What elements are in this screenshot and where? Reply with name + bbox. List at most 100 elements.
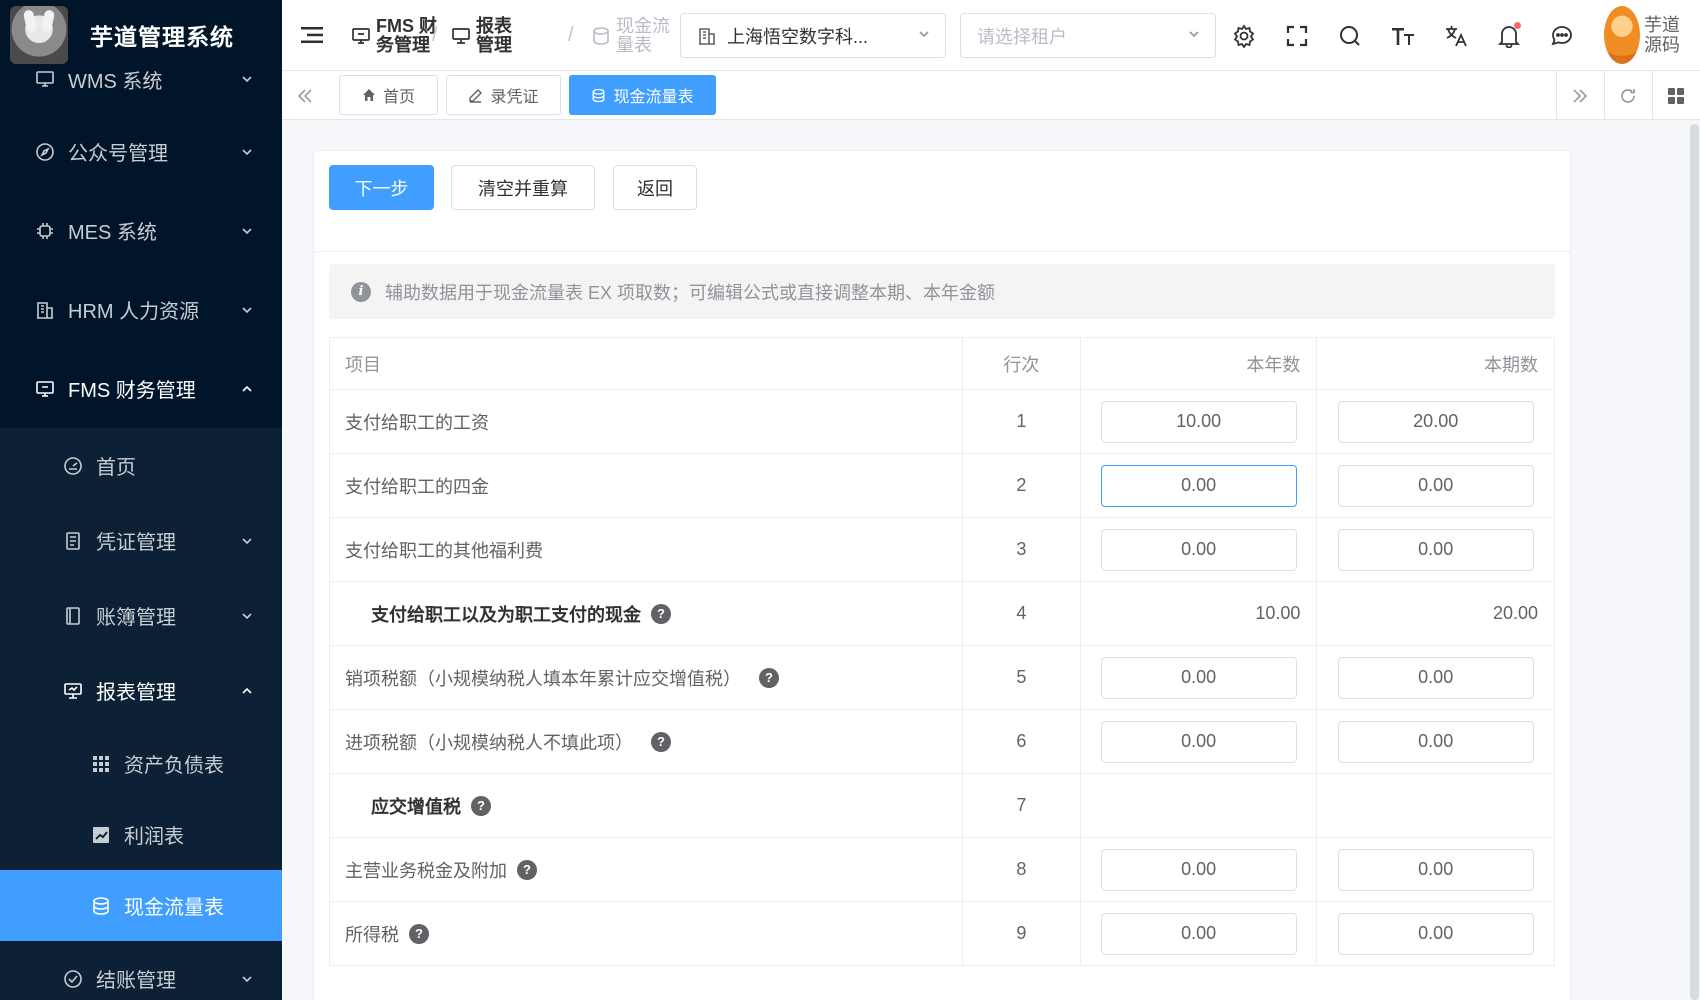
- year-amount-input[interactable]: [1100, 848, 1297, 891]
- table-row: 所得税? 9: [330, 902, 1554, 966]
- bell-icon[interactable]: [1495, 22, 1523, 50]
- help-icon[interactable]: ?: [517, 859, 537, 880]
- help-icon[interactable]: ?: [759, 667, 779, 688]
- table-header: 项目 行次 本年数 本期数: [330, 338, 1554, 390]
- row-item-name: 支付给职工的其他福利费: [345, 540, 543, 561]
- year-amount-input[interactable]: [1100, 656, 1297, 699]
- sidebar-item-reports[interactable]: 报表管理: [0, 653, 282, 728]
- tag-home[interactable]: 首页: [339, 75, 438, 115]
- sidebar-item-label: 报表管理: [96, 682, 176, 704]
- row-item-name: 支付给职工以及为职工支付的现金: [371, 604, 641, 625]
- table-row-subtotal: 应交增值税? 7: [330, 774, 1554, 838]
- help-icon[interactable]: ?: [409, 923, 429, 944]
- year-amount-input[interactable]: [1100, 912, 1297, 955]
- compass-icon: [34, 141, 56, 163]
- sidebar-item-balance-sheet[interactable]: 资产负债表: [0, 728, 282, 799]
- next-step-button[interactable]: 下一步: [329, 165, 434, 210]
- message-icon[interactable]: [1548, 22, 1576, 50]
- help-icon[interactable]: ?: [651, 731, 671, 752]
- tenant-select-placeholder: 请选择租户: [977, 26, 1067, 47]
- period-amount-input[interactable]: [1337, 464, 1534, 507]
- period-amount-input[interactable]: [1337, 528, 1534, 571]
- logo-image: [10, 6, 68, 64]
- sidebar-item-wechat[interactable]: 公众号管理: [0, 112, 282, 191]
- gear-icon[interactable]: [1230, 22, 1258, 50]
- sidebar-item-hrm[interactable]: HRM 人力资源: [0, 270, 282, 349]
- back-button[interactable]: 返回: [613, 165, 697, 210]
- scrollbar-thumb[interactable]: [1690, 124, 1699, 1000]
- sidebar-item-cash-flow[interactable]: 现金流量表: [0, 870, 282, 941]
- breadcrumb-reports[interactable]: 报表管理: [450, 14, 516, 58]
- info-alert: i 辅助数据用于现金流量表 EX 项取数；可编辑公式或直接调整本期、本年金额: [329, 264, 1555, 319]
- chevron-up-icon: [240, 684, 254, 698]
- period-amount: [1317, 774, 1554, 837]
- sidebar-item-voucher[interactable]: 凭证管理: [0, 503, 282, 578]
- table-row-subtotal: 支付给职工以及为职工支付的现金? 4 10.00 20.00: [330, 582, 1554, 646]
- year-amount-input[interactable]: [1100, 464, 1297, 507]
- grid-menu-icon[interactable]: [1653, 71, 1699, 120]
- period-amount-input[interactable]: [1337, 912, 1534, 955]
- period-amount-input[interactable]: [1337, 400, 1534, 443]
- row-item-name: 主营业务税金及附加: [345, 860, 507, 881]
- chevron-down-icon: [240, 303, 254, 317]
- row-item-name: 进项税额（小规模纳税人不填此项）: [345, 732, 633, 753]
- row-item-name: 支付给职工的工资: [345, 412, 489, 433]
- sidebar-item-fms-home[interactable]: 首页: [0, 428, 282, 503]
- breadcrumb-cash-flow: 现金流量表: [590, 14, 674, 58]
- clear-recalc-button[interactable]: 清空并重算: [451, 165, 595, 210]
- year-amount-input[interactable]: [1100, 400, 1297, 443]
- tenant-select[interactable]: 请选择租户: [960, 13, 1216, 58]
- header-period: 本期数: [1484, 354, 1538, 375]
- top-navbar: FMS 财务管理 / 报表管理 / 现金流量表 上海悟空数字科... 请选择租户…: [282, 0, 1700, 71]
- sidebar-item-mes[interactable]: MES 系统: [0, 191, 282, 270]
- double-chevron-right-icon[interactable]: [1557, 71, 1603, 120]
- fullscreen-icon[interactable]: [1283, 22, 1311, 50]
- app-title: 芋道管理系统: [90, 24, 234, 50]
- year-amount-input[interactable]: [1100, 720, 1297, 763]
- main-content: 下一步 清空并重算 返回 i 辅助数据用于现金流量表 EX 项取数；可编辑公式或…: [282, 120, 1700, 1000]
- refresh-icon[interactable]: [1605, 71, 1651, 120]
- font-size-icon[interactable]: [1389, 22, 1417, 50]
- tag-label: 首页: [382, 89, 415, 106]
- search-icon[interactable]: [1336, 22, 1364, 50]
- building-icon: [697, 26, 717, 46]
- row-line-no: 4: [963, 582, 1081, 645]
- hamburger-icon[interactable]: [299, 22, 325, 48]
- sidebar-item-ledger[interactable]: 账簿管理: [0, 578, 282, 653]
- period-amount-input[interactable]: [1337, 720, 1534, 763]
- sidebar-item-label: HRM 人力资源: [68, 301, 200, 323]
- translate-icon[interactable]: [1442, 22, 1470, 50]
- database-icon: [591, 88, 606, 103]
- building-icon: [34, 299, 56, 321]
- presentation-icon: [450, 25, 472, 47]
- sidebar-item-closing[interactable]: 结账管理: [0, 941, 282, 1000]
- period-amount-input[interactable]: [1337, 656, 1534, 699]
- year-amount-input[interactable]: [1100, 528, 1297, 571]
- cpu-icon: [34, 220, 56, 242]
- help-icon[interactable]: ?: [651, 603, 671, 624]
- period-amount-input[interactable]: [1337, 848, 1534, 891]
- cashflow-card: i 辅助数据用于现金流量表 EX 项取数；可编辑公式或直接调整本期、本年金额 项…: [313, 251, 1571, 1000]
- app-logo[interactable]: 芋道管理系统: [0, 0, 282, 70]
- user-avatar[interactable]: [1604, 6, 1640, 64]
- tag-record-voucher[interactable]: 录凭证: [446, 75, 561, 115]
- chevron-down-icon: [240, 224, 254, 238]
- tag-cash-flow[interactable]: 现金流量表: [569, 75, 716, 115]
- tags-view: 首页 录凭证 现金流量表: [282, 71, 1700, 120]
- help-icon[interactable]: ?: [471, 795, 491, 816]
- chevron-down-icon: [240, 972, 254, 986]
- table-row: 主营业务税金及附加? 8: [330, 838, 1554, 902]
- double-chevron-left-icon[interactable]: [282, 71, 328, 120]
- tag-label: 现金流量表: [613, 89, 694, 106]
- chevron-up-icon: [240, 382, 254, 396]
- row-line-no: 1: [963, 390, 1081, 453]
- sidebar-item-income-statement[interactable]: 利润表: [0, 799, 282, 870]
- toolbar-card: 下一步 清空并重算 返回: [313, 150, 1571, 260]
- header-item: 项目: [330, 338, 963, 389]
- table-row: 进项税额（小规模纳税人不填此项）? 6: [330, 710, 1554, 774]
- company-select[interactable]: 上海悟空数字科...: [680, 13, 946, 58]
- row-item-name: 销项税额（小规模纳税人填本年累计应交增值税）: [345, 668, 741, 689]
- user-name[interactable]: 芋道源码: [1644, 15, 1689, 55]
- sidebar-item-fms[interactable]: FMS 财务管理: [0, 349, 282, 428]
- row-line-no: 2: [963, 454, 1081, 517]
